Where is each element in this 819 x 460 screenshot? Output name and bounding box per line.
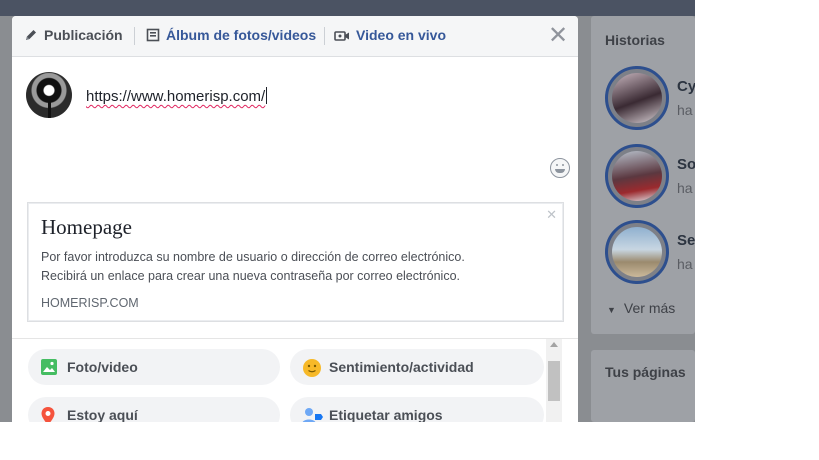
tab-album[interactable]: Álbum de fotos/videos xyxy=(146,27,316,45)
story-time: ha xyxy=(677,256,693,272)
tab-separator xyxy=(134,27,135,45)
story-item[interactable]: Se ha xyxy=(605,220,695,286)
stories-title: Historias xyxy=(605,32,665,48)
story-avatar xyxy=(612,151,662,201)
album-icon xyxy=(146,28,160,45)
story-avatar xyxy=(612,73,662,123)
feeling-activity-button[interactable]: Sentimiento/actividad xyxy=(290,349,544,385)
story-name: Se xyxy=(677,232,695,249)
story-time: ha xyxy=(677,102,693,118)
link-preview-card[interactable]: ✕ Homepage Por favor introduzca su nombr… xyxy=(27,202,564,322)
top-navigation-bar xyxy=(0,0,695,16)
tab-separator xyxy=(324,27,325,45)
pencil-icon xyxy=(24,28,38,45)
scroll-up-arrow-icon[interactable] xyxy=(550,342,558,347)
remove-preview-icon[interactable]: ✕ xyxy=(546,207,557,223)
options-scrollbar[interactable] xyxy=(546,339,562,422)
photo-video-button[interactable]: Foto/video xyxy=(28,349,280,385)
smiley-icon xyxy=(302,358,322,381)
emoji-picker-icon[interactable] xyxy=(550,158,570,178)
your-pages-title: Tus páginas xyxy=(605,364,686,380)
video-camera-icon xyxy=(334,29,350,45)
story-item[interactable]: So ha xyxy=(605,144,695,210)
text-caret xyxy=(266,87,268,104)
story-avatar-ring xyxy=(605,66,669,130)
your-pages-panel: Tus páginas xyxy=(591,350,695,422)
story-item[interactable]: Cy ha xyxy=(605,66,695,132)
location-pin-icon xyxy=(40,406,56,422)
composer-options: Foto/video Sentimiento/actividad Estoy a… xyxy=(12,338,578,422)
stories-panel: Historias Cy ha So ha Se ha ▼ Ver más xyxy=(591,16,695,334)
tab-video-live[interactable]: Video en vivo xyxy=(334,27,446,45)
post-text-input[interactable]: https://www.homerisp.com/ xyxy=(86,87,268,105)
tag-friends-button[interactable]: Etiquetar amigos xyxy=(290,397,544,422)
link-preview-title: Homepage xyxy=(41,215,132,239)
story-time: ha xyxy=(677,180,693,196)
user-avatar xyxy=(26,72,72,118)
close-icon[interactable]: ✕ xyxy=(548,24,568,48)
post-composer-dialog: Publicación Álbum de fotos/videos Video … xyxy=(12,16,578,422)
story-avatar-ring xyxy=(605,144,669,208)
scrollbar-thumb[interactable] xyxy=(548,361,560,401)
link-preview-description: Por favor introduzca su nombre de usuari… xyxy=(41,250,465,283)
story-avatar xyxy=(612,227,662,277)
tab-publicacion[interactable]: Publicación xyxy=(24,27,123,45)
tag-friends-icon xyxy=(302,406,324,422)
composer-tabs: Publicación Álbum de fotos/videos Video … xyxy=(12,16,578,57)
check-in-button[interactable]: Estoy aquí xyxy=(28,397,280,422)
see-more-stories-link[interactable]: ▼ Ver más xyxy=(607,300,675,316)
story-name: So xyxy=(677,156,695,173)
story-name: Cy xyxy=(677,78,695,95)
caret-down-icon: ▼ xyxy=(607,305,616,315)
photo-icon xyxy=(40,358,58,379)
story-avatar-ring xyxy=(605,220,669,284)
link-preview-domain: HOMERISP.COM xyxy=(41,296,139,310)
